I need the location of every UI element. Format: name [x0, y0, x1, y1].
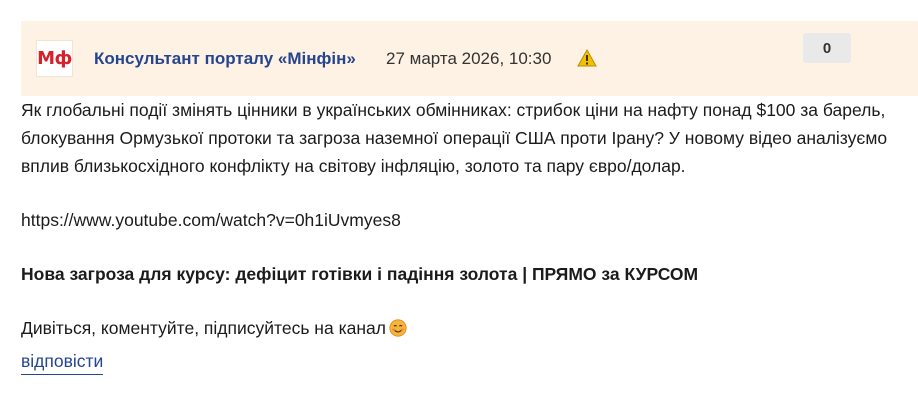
- reply-link[interactable]: відповісти: [21, 351, 104, 375]
- author-name[interactable]: Консультант порталу «Мінфін»: [94, 49, 356, 69]
- video-title: Нова загроза для курсу: дефіцит готівки …: [21, 264, 699, 284]
- comment-line: вплив близькосхідного конфлікту на світо…: [21, 156, 686, 176]
- warning-icon[interactable]: [577, 49, 597, 67]
- avatar[interactable]: Мф: [36, 40, 73, 77]
- call-to-action: Дивіться, коментуйте, підписуйтесь на ка…: [21, 314, 911, 342]
- comment-line: Як глобальні події змінять цінники в укр…: [21, 100, 886, 120]
- comment-line: блокування Ормузької протоки та загроза …: [21, 128, 888, 148]
- comment-datetime: 27 марта 2026, 10:30: [386, 49, 552, 68]
- comment-body: Як глобальні події змінять цінники в укр…: [21, 96, 911, 342]
- smiling-face-icon: [389, 319, 407, 337]
- rating-counter[interactable]: 0: [803, 33, 851, 63]
- video-link[interactable]: https://www.youtube.com/watch?v=0h1iUvmy…: [21, 206, 911, 234]
- call-to-action-text: Дивіться, коментуйте, підписуйтесь на ка…: [21, 318, 386, 338]
- comment-header: Мф Консультант порталу «Мінфін» 27 марта…: [21, 21, 918, 96]
